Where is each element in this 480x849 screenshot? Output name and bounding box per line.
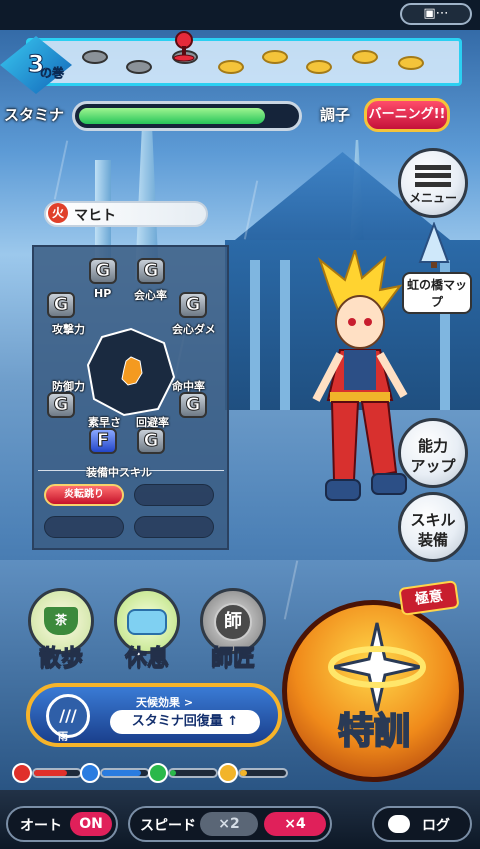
- element-gauge-bar: [100, 768, 150, 778]
- speed-label: スピード: [140, 818, 196, 834]
- stat-label-crit-rate: 会心率: [134, 289, 167, 302]
- stat-label-evasion: 回避率: [136, 416, 169, 429]
- pillow-icon: [127, 609, 167, 635]
- ability-up-label-1: 能力: [417, 437, 448, 455]
- progress-stone: [306, 60, 332, 74]
- hamburger-icon: [415, 165, 451, 187]
- wind-element-icon: [148, 763, 168, 783]
- temple-column: [280, 260, 290, 410]
- stat-label-hp: HP: [94, 287, 112, 300]
- progress-stone: [262, 50, 288, 64]
- speed-x2-button[interactable]: ×2: [200, 812, 258, 836]
- stat-grade-speed: F: [89, 428, 117, 454]
- chat-button[interactable]: ▣⋯: [400, 3, 472, 25]
- condition-badge: バーニング!!: [364, 98, 450, 132]
- log-label: ログ: [422, 818, 450, 834]
- auto-toggle[interactable]: オート ON: [6, 806, 118, 842]
- stat-label-defense: 防御力: [52, 380, 85, 393]
- stat-grade-attack: G: [47, 292, 75, 318]
- equipped-skills-title: 装備中スキル: [86, 466, 152, 479]
- volume-suffix: の巻: [40, 66, 65, 81]
- speech-bubble-icon: [388, 815, 410, 833]
- auto-label: オート: [20, 818, 62, 834]
- stamina-fill: [79, 108, 265, 124]
- skill-equip-button[interactable]: スキル 装備: [398, 492, 468, 562]
- stamina-bar: [72, 101, 302, 131]
- speed-x4-button[interactable]: ×4: [264, 812, 326, 836]
- element-gauge-fill: [34, 770, 67, 776]
- stat-grade-crit-damage: G: [179, 292, 207, 318]
- menu-label: メニュー: [408, 191, 457, 205]
- progress-stone: [352, 50, 378, 64]
- skill-equip-label-1: スキル: [410, 511, 456, 529]
- stat-label-accuracy: 命中率: [172, 380, 205, 393]
- tea-cup-icon: 茶: [44, 607, 78, 635]
- thunder-element-icon: [218, 763, 238, 783]
- fire-element-icon: 火: [48, 203, 68, 223]
- progress-stone: [126, 60, 152, 74]
- element-gauge-fill: [240, 770, 247, 776]
- log-button[interactable]: ログ: [372, 806, 472, 842]
- stat-label-speed: 素早さ: [88, 416, 121, 429]
- rain-streak: [53, 140, 69, 200]
- tree-icon: [418, 222, 450, 268]
- element-gauge-bar: [32, 768, 82, 778]
- rainbow-bridge-map-button[interactable]: 虹の橋マップ: [402, 272, 472, 314]
- progress-stone: [218, 60, 244, 74]
- element-gauge-bar: [238, 768, 288, 778]
- stat-grade-hp: G: [89, 258, 117, 284]
- weather-name: 雨: [58, 732, 68, 743]
- weather-effect-title: 天候効果 >: [136, 696, 194, 709]
- stats-radar-chart: [86, 327, 176, 417]
- weather-effect-value: スタミナ回復量 ↑: [110, 710, 260, 734]
- water-element-icon: [80, 763, 100, 783]
- stat-grade-crit-rate: G: [137, 258, 165, 284]
- element-gauge-fill: [102, 770, 141, 776]
- master-label: 師匠: [210, 646, 255, 672]
- progress-stone: [398, 56, 424, 70]
- equipped-skill-slot[interactable]: 炎転跳り: [44, 484, 124, 506]
- character-name: マヒト: [74, 208, 116, 224]
- game-screen: ▣⋯ 3 の巻 スタミナ 調子 バーニング!! 火 マヒト G HP G 会心率…: [0, 0, 480, 849]
- fire-element-icon: [12, 763, 32, 783]
- auto-state-on[interactable]: ON: [70, 812, 112, 836]
- train-button[interactable]: [282, 600, 464, 782]
- condition-label: 調子: [320, 106, 351, 124]
- stat-label-crit-damage: 会心ダメ: [172, 323, 216, 336]
- character-name-plate: [44, 201, 208, 227]
- empty-skill-slot[interactable]: [134, 516, 214, 538]
- empty-skill-slot[interactable]: [134, 484, 214, 506]
- stamina-label: スタミナ: [4, 106, 65, 124]
- stat-grade-accuracy: G: [179, 392, 207, 418]
- master-badge-icon: 師: [214, 603, 252, 641]
- stat-grade-defense: G: [47, 392, 75, 418]
- element-gauge-bar: [168, 768, 218, 778]
- stat-label-attack: 攻撃力: [52, 323, 85, 336]
- current-position-pin-icon: [173, 31, 195, 62]
- ability-up-button[interactable]: 能力 アップ: [398, 418, 468, 488]
- element-gauge-fill: [170, 770, 176, 776]
- walk-label: 散歩: [38, 646, 83, 672]
- empty-skill-slot[interactable]: [44, 516, 124, 538]
- speed-control: スピード ×2 ×4: [128, 806, 332, 842]
- temple-column: [250, 260, 260, 410]
- train-label: 特訓: [337, 710, 411, 753]
- skill-equip-label-2: 装備: [417, 531, 448, 549]
- menu-button[interactable]: メニュー: [398, 148, 468, 218]
- rest-label: 休息: [124, 646, 169, 672]
- ability-up-label-2: アップ: [410, 457, 456, 475]
- chat-bubble-icon: ▣⋯: [423, 6, 449, 21]
- stat-grade-evasion: G: [137, 428, 165, 454]
- progress-stone: [82, 50, 108, 64]
- rain-weather-icon: ///: [46, 694, 90, 738]
